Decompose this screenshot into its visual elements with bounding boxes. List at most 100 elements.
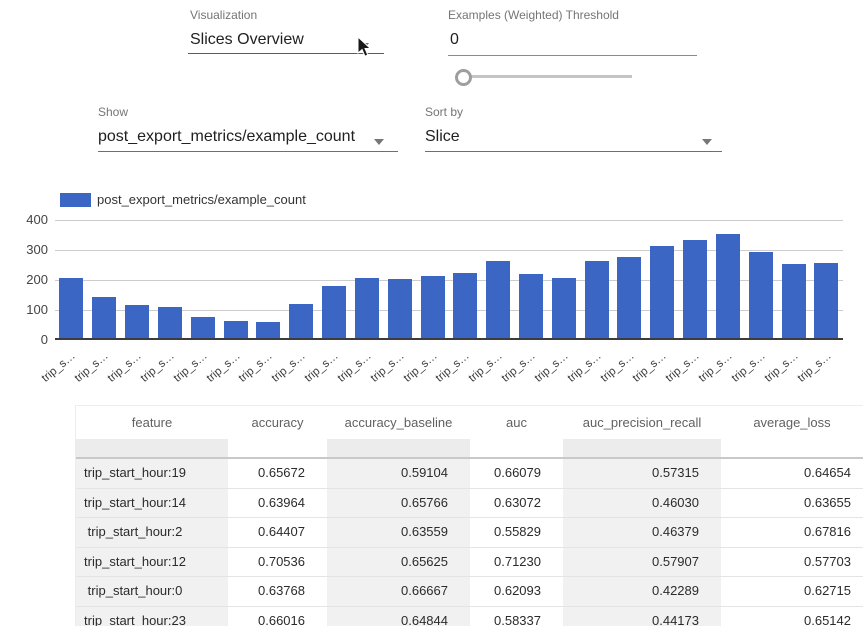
metric-cell: 0.59104: [327, 459, 470, 488]
sort-by-dropdown[interactable]: Slice: [425, 128, 460, 146]
dropdown-arrow-icon[interactable]: [374, 139, 384, 145]
show-dropdown[interactable]: post_export_metrics/example_count: [98, 128, 355, 146]
y-tick-label: 0: [8, 332, 48, 348]
metric-cell: 0.65142: [721, 607, 863, 626]
table-header-row: featureaccuracyaccuracy_baselineaucauc_p…: [76, 406, 863, 439]
threshold-underline: [448, 55, 697, 56]
bars: [55, 220, 843, 340]
bar[interactable]: [289, 304, 313, 340]
metric-cell: 0.64407: [228, 518, 327, 547]
filter-cell: [563, 439, 721, 457]
y-tick-label: 300: [8, 242, 48, 258]
bar-slot: [712, 220, 745, 340]
bar[interactable]: [650, 246, 674, 341]
bar[interactable]: [486, 261, 510, 340]
feature-cell: trip_start_hour:2: [76, 518, 228, 547]
bar-slot: [350, 220, 383, 340]
table-row: trip_start_hour:190.656720.591040.660790…: [76, 459, 863, 489]
metric-cell: 0.71230: [470, 548, 563, 577]
bar-slot: [449, 220, 482, 340]
bar-slot: [88, 220, 121, 340]
bar-slot: [547, 220, 580, 340]
bar[interactable]: [125, 305, 149, 340]
metric-cell: 0.64654: [721, 459, 863, 488]
filter-cell: [327, 439, 470, 457]
bar-slot: [515, 220, 548, 340]
bar[interactable]: [617, 257, 641, 340]
bar[interactable]: [388, 279, 412, 340]
feature-cell: trip_start_hour:14: [76, 489, 228, 518]
show-label: Show: [98, 105, 128, 119]
bar[interactable]: [814, 263, 838, 340]
table-row: trip_start_hour:230.660160.648440.583370…: [76, 607, 863, 626]
visualization-label: Visualization: [190, 8, 257, 22]
metric-cell: 0.63964: [228, 489, 327, 518]
bar[interactable]: [716, 234, 740, 340]
threshold-input[interactable]: 0: [450, 31, 459, 49]
column-header-average_loss: average_loss: [721, 406, 863, 439]
threshold-slider-track[interactable]: [459, 75, 632, 78]
table-row: trip_start_hour:20.644070.635590.558290.…: [76, 518, 863, 548]
bar[interactable]: [421, 276, 445, 340]
bar[interactable]: [92, 297, 116, 341]
metric-cell: 0.64844: [327, 607, 470, 626]
bar[interactable]: [59, 278, 83, 340]
metric-cell: 0.70536: [228, 548, 327, 577]
metric-cell: 0.62093: [470, 577, 563, 606]
legend-swatch: [60, 193, 91, 207]
bar[interactable]: [749, 252, 773, 340]
table-body: trip_start_hour:190.656720.591040.660790…: [76, 459, 863, 626]
metric-cell: 0.44173: [563, 607, 721, 626]
bar[interactable]: [355, 278, 379, 340]
bar[interactable]: [158, 307, 182, 340]
bar[interactable]: [552, 278, 576, 340]
metric-cell: 0.65766: [327, 489, 470, 518]
sort-by-underline: [425, 151, 722, 152]
metric-cell: 0.65625: [327, 548, 470, 577]
mouse-cursor-icon: [357, 36, 374, 59]
metric-cell: 0.57703: [721, 548, 863, 577]
metric-cell: 0.46379: [563, 518, 721, 547]
bar[interactable]: [191, 317, 215, 340]
bar[interactable]: [519, 274, 543, 340]
filter-cell: [721, 439, 863, 457]
column-header-auc_precision_recall: auc_precision_recall: [563, 406, 721, 439]
threshold-slider-knob[interactable]: [455, 69, 472, 86]
metric-cell: 0.42289: [563, 577, 721, 606]
metric-cell: 0.46030: [563, 489, 721, 518]
metric-cell: 0.66667: [327, 577, 470, 606]
bar-slot: [482, 220, 515, 340]
metric-cell: 0.63655: [721, 489, 863, 518]
bar-slot: [252, 220, 285, 340]
threshold-label: Examples (Weighted) Threshold: [448, 8, 619, 22]
visualization-dropdown[interactable]: Slices Overview: [190, 31, 304, 49]
y-tick-label: 200: [8, 272, 48, 288]
metric-cell: 0.57907: [563, 548, 721, 577]
column-header-accuracy: accuracy: [228, 406, 327, 439]
bar-slot: [580, 220, 613, 340]
dropdown-arrow-icon[interactable]: [702, 139, 712, 145]
bar-slot: [285, 220, 318, 340]
bar-slot: [55, 220, 88, 340]
bar[interactable]: [683, 240, 707, 340]
sort-by-label: Sort by: [425, 105, 463, 119]
metric-cell: 0.63559: [327, 518, 470, 547]
bar-slot: [383, 220, 416, 340]
column-header-auc: auc: [470, 406, 563, 439]
metric-cell: 0.63768: [228, 577, 327, 606]
bar[interactable]: [782, 264, 806, 340]
metrics-table: featureaccuracyaccuracy_baselineaucauc_p…: [75, 405, 863, 626]
bar-slot: [777, 220, 810, 340]
filter-cell: [470, 439, 563, 457]
table-row: trip_start_hour:120.705360.656250.712300…: [76, 548, 863, 578]
metric-cell: 0.63072: [470, 489, 563, 518]
bar-slot: [219, 220, 252, 340]
bar[interactable]: [453, 273, 477, 340]
bar[interactable]: [322, 286, 346, 340]
metric-cell: 0.66016: [228, 607, 327, 626]
bar[interactable]: [585, 261, 609, 340]
bar-slot: [679, 220, 712, 340]
filter-cell: [228, 439, 327, 457]
table-row: trip_start_hour:140.639640.657660.630720…: [76, 489, 863, 519]
feature-cell: trip_start_hour:12: [76, 548, 228, 577]
